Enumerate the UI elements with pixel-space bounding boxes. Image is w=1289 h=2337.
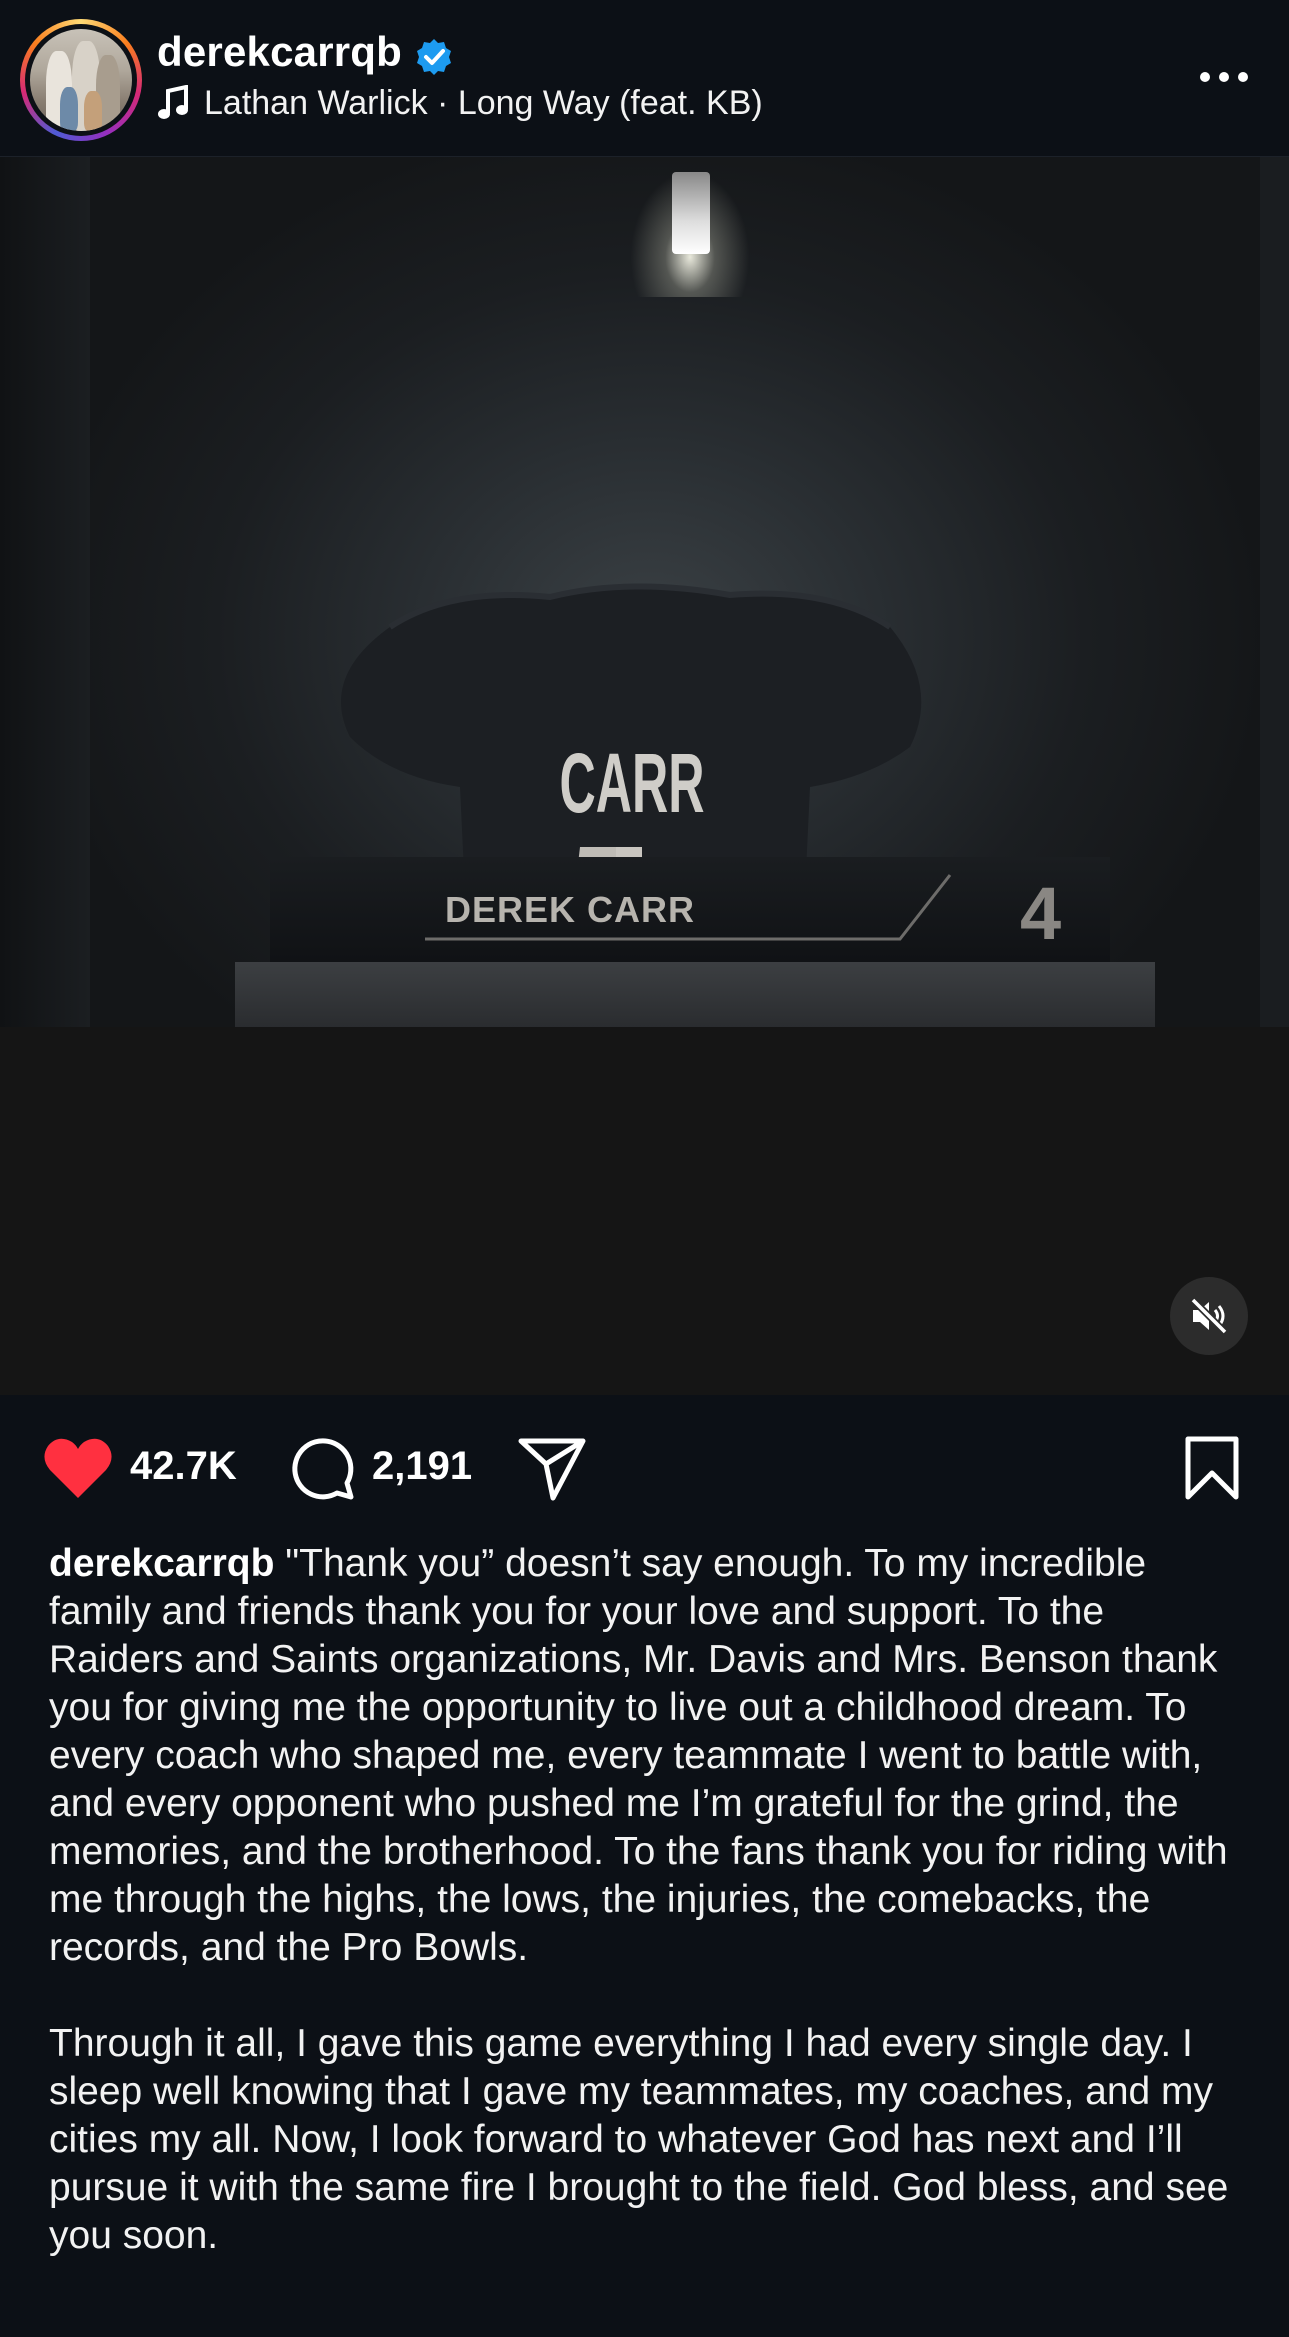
jersey-name: CARR xyxy=(560,736,705,830)
like-count[interactable]: 42.7K xyxy=(130,1444,237,1489)
bookmark-icon[interactable] xyxy=(1184,1435,1240,1501)
post-header: derekcarrqb Lathan Warlick · Long Way (f… xyxy=(0,0,1289,157)
caption-text-2: Through it all, I gave this game everyth… xyxy=(49,2022,1229,2257)
mute-button[interactable] xyxy=(1170,1277,1248,1355)
locker-photo: CARR DEREK CARR 4 xyxy=(0,157,1289,1028)
heart-icon[interactable] xyxy=(42,1436,114,1500)
caption: derekcarrqb "Thank you” doesn’t say enou… xyxy=(49,1540,1249,2260)
comment-count[interactable]: 2,191 xyxy=(372,1444,472,1489)
share-icon[interactable] xyxy=(517,1436,587,1502)
nameplate-name: DEREK CARR xyxy=(445,889,696,930)
mute-icon xyxy=(1190,1297,1228,1335)
comment-icon[interactable] xyxy=(287,1433,355,1501)
song-label[interactable]: Lathan Warlick · Long Way (feat. KB) xyxy=(204,84,763,123)
username[interactable]: derekcarrqb xyxy=(157,28,402,76)
ceiling-lamp xyxy=(672,172,710,254)
verified-badge-icon xyxy=(417,39,451,75)
music-note-icon xyxy=(158,85,188,119)
avatar-photo xyxy=(30,29,132,131)
shelf xyxy=(235,962,1155,1028)
avatar[interactable] xyxy=(20,19,142,141)
caption-text: "Thank you” doesn’t say enough. To my in… xyxy=(49,1542,1228,1969)
caption-username[interactable]: derekcarrqb xyxy=(49,1542,274,1585)
more-options-icon[interactable] xyxy=(1200,72,1250,86)
nameplate: DEREK CARR 4 xyxy=(270,857,1110,962)
nameplate-number: 4 xyxy=(1020,872,1062,955)
post-media[interactable]: CARR DEREK CARR 4 xyxy=(0,157,1289,1395)
